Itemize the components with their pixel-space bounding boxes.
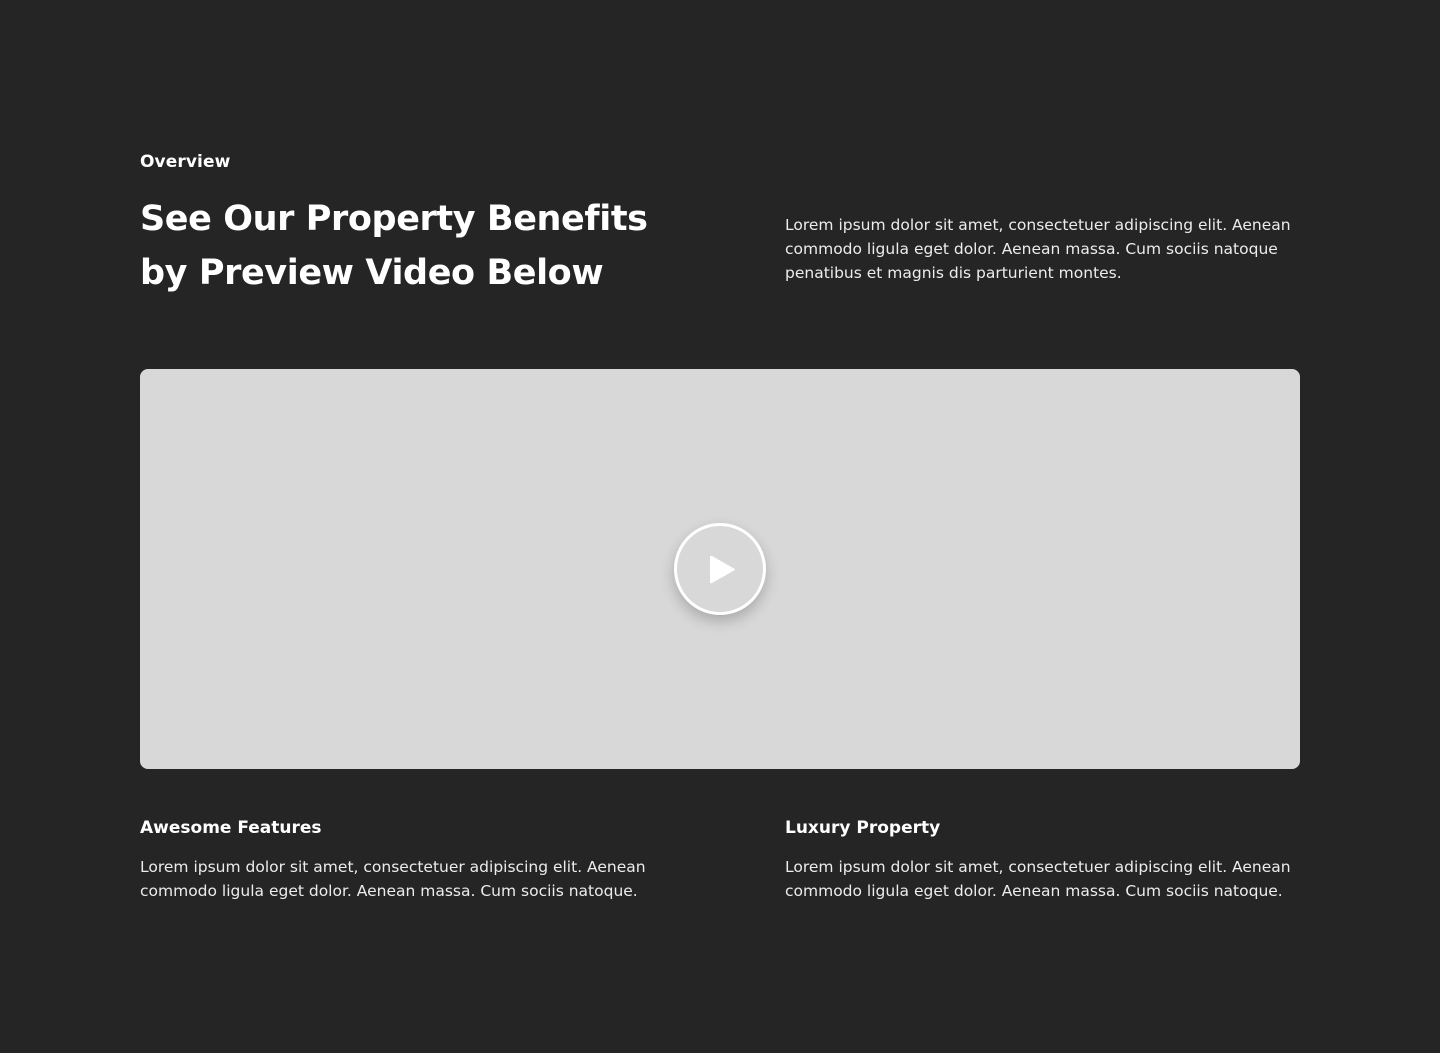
- section-eyebrow: Overview: [140, 152, 231, 172]
- feature-text: Lorem ipsum dolor sit amet, consectetuer…: [140, 858, 646, 900]
- video-preview[interactable]: [140, 369, 1300, 769]
- feature-text: Lorem ipsum dolor sit amet, consectetuer…: [785, 858, 1291, 900]
- feature-awesome-features: Awesome Features Lorem ipsum dolor sit a…: [140, 815, 680, 903]
- section-title: See Our Property Benefits by Preview Vid…: [140, 199, 648, 293]
- feature-title: Luxury Property: [785, 818, 941, 838]
- play-icon: [710, 555, 735, 584]
- section-intro: Lorem ipsum dolor sit amet, consectetuer…: [785, 216, 1291, 282]
- feature-luxury-property: Luxury Property Lorem ipsum dolor sit am…: [785, 815, 1325, 903]
- play-button[interactable]: [674, 523, 766, 615]
- feature-title: Awesome Features: [140, 818, 322, 838]
